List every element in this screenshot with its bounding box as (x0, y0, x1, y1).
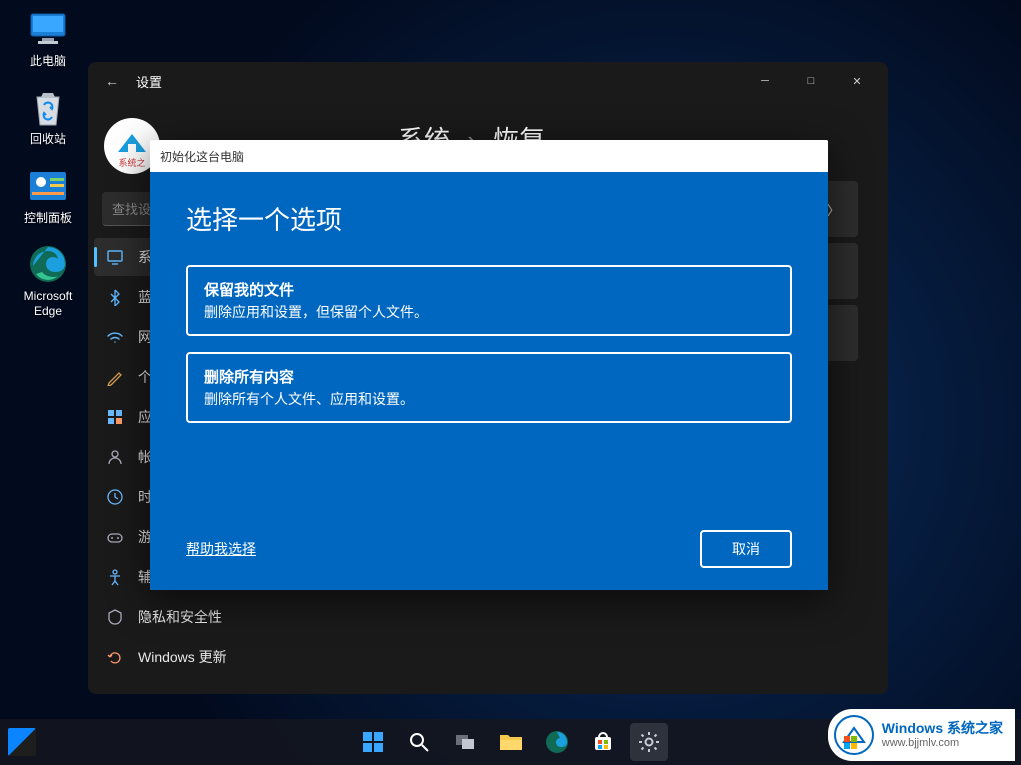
watermark: Windows 系统之家 www.bjjmlv.com (828, 709, 1015, 761)
nav-label: 隐私和安全性 (138, 607, 222, 627)
option-desc: 删除应用和设置，但保留个人文件。 (204, 302, 774, 322)
apps-icon (106, 408, 124, 426)
svg-text:系统之: 系统之 (118, 157, 145, 168)
store-button[interactable] (584, 723, 622, 761)
time-icon (106, 488, 124, 506)
watermark-logo-icon (834, 715, 874, 755)
close-button[interactable]: ✕ (834, 65, 880, 97)
option-remove-everything[interactable]: 删除所有内容 删除所有个人文件、应用和设置。 (186, 352, 792, 423)
bluetooth-icon (106, 288, 124, 306)
desktop-icon-label: 此电脑 (30, 54, 66, 68)
option-title: 删除所有内容 (204, 366, 774, 387)
nav-item-privacy[interactable]: 隐私和安全性 (94, 598, 362, 636)
window-title: 设置 (136, 72, 162, 91)
dialog-heading: 选择一个选项 (186, 200, 792, 237)
wifi-icon (106, 328, 124, 346)
chevron-right-icon: 〉 (827, 200, 840, 219)
desktop-control-panel[interactable]: 控制面板 (8, 165, 88, 225)
option-keep-files[interactable]: 保留我的文件 删除应用和设置，但保留个人文件。 (186, 265, 792, 336)
settings-button[interactable] (630, 723, 668, 761)
recycle-bin-icon (27, 86, 69, 128)
file-explorer-button[interactable] (492, 723, 530, 761)
desktop-icon-label: Microsoft Edge (8, 289, 88, 318)
personalize-icon (106, 368, 124, 386)
accessibility-icon (106, 568, 124, 586)
desktop-icon-label: 回收站 (30, 132, 66, 146)
nav-label: Windows 更新 (138, 647, 227, 667)
desktop-icon-label: 控制面板 (24, 211, 72, 225)
cancel-button[interactable]: 取消 (700, 530, 792, 568)
widgets-button[interactable] (8, 728, 36, 756)
edge-button[interactable] (538, 723, 576, 761)
help-link[interactable]: 帮助我选择 (186, 539, 256, 559)
task-view-button[interactable] (446, 723, 484, 761)
edge-icon (27, 243, 69, 285)
gaming-icon (106, 528, 124, 546)
dialog-title: 初始化这台电脑 (150, 140, 828, 172)
maximize-button[interactable]: □ (788, 65, 834, 97)
back-button[interactable]: ← (96, 73, 128, 89)
desktop-recycle-bin[interactable]: 回收站 (8, 86, 88, 146)
privacy-icon (106, 608, 124, 626)
watermark-url: www.bjjmlv.com (882, 737, 1003, 749)
option-title: 保留我的文件 (204, 279, 774, 300)
control-panel-icon (27, 165, 69, 207)
update-icon (106, 648, 124, 666)
nav-item-update[interactable]: Windows 更新 (94, 638, 362, 676)
desktop-this-pc[interactable]: 此电脑 (8, 8, 88, 68)
watermark-brand: Windows 系统之家 (882, 721, 1003, 736)
settings-titlebar: ← 设置 ─ □ ✕ (88, 62, 888, 100)
start-button[interactable] (354, 723, 392, 761)
accounts-icon (106, 448, 124, 466)
monitor-icon (27, 8, 69, 50)
option-desc: 删除所有个人文件、应用和设置。 (204, 389, 774, 409)
search-button[interactable] (400, 723, 438, 761)
minimize-button[interactable]: ─ (742, 65, 788, 97)
desktop-edge[interactable]: Microsoft Edge (8, 243, 88, 318)
reset-pc-dialog: 初始化这台电脑 选择一个选项 保留我的文件 删除应用和设置，但保留个人文件。 删… (150, 140, 828, 590)
system-icon (106, 248, 124, 266)
